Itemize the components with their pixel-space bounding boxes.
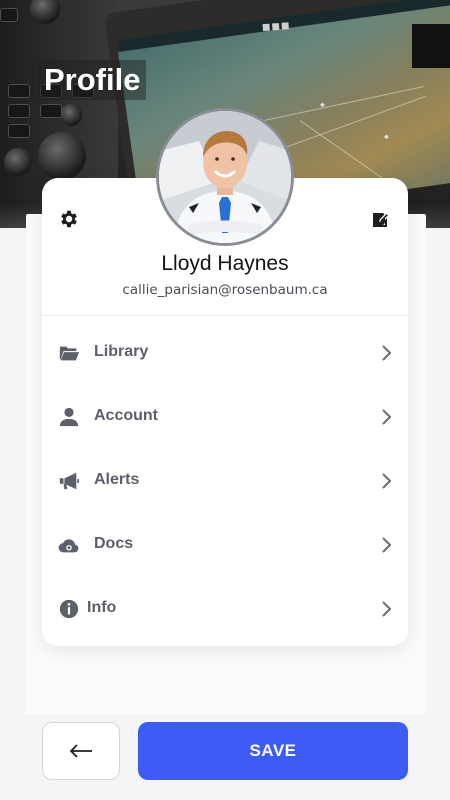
save-button[interactable]: SAVE	[138, 722, 408, 780]
user-email: callie_parisian@rosenbaum.ca	[122, 282, 328, 298]
cloud-icon	[58, 539, 79, 553]
menu-item-label: Account	[94, 407, 158, 424]
chevron-right-icon	[382, 473, 392, 489]
back-button[interactable]	[42, 722, 120, 780]
chevron-right-icon	[382, 601, 392, 617]
chevron-right-icon	[382, 345, 392, 361]
arrow-left-icon	[69, 744, 92, 758]
menu-item-account[interactable]: Account	[42, 386, 408, 450]
edit-profile-button[interactable]	[370, 210, 390, 230]
user-name: Lloyd Haynes	[161, 252, 289, 275]
chevron-right-icon	[382, 409, 392, 425]
megaphone-icon	[59, 472, 80, 490]
profile-card: Lloyd Haynes callie_parisian@rosenbaum.c…	[42, 178, 408, 646]
menu-item-alerts[interactable]: Alerts	[42, 450, 408, 514]
edit-icon	[373, 213, 388, 227]
settings-button[interactable]	[58, 208, 80, 230]
avatar[interactable]	[156, 108, 294, 246]
chevron-right-icon	[382, 537, 392, 553]
menu-item-info[interactable]: Info	[42, 578, 408, 642]
folder-icon	[59, 346, 80, 361]
menu-item-label: Alerts	[94, 471, 140, 488]
user-icon	[59, 407, 79, 427]
menu-list: Library Account Alerts Docs Info	[42, 322, 408, 642]
info-icon	[59, 599, 79, 619]
menu-item-label: Library	[94, 343, 149, 360]
avatar-photo	[159, 111, 291, 243]
menu-item-label: Docs	[94, 535, 134, 552]
menu-item-library[interactable]: Library	[42, 322, 408, 386]
gear-icon	[61, 210, 77, 228]
page-title: Profile	[38, 60, 147, 100]
menu-item-docs[interactable]: Docs	[42, 514, 408, 578]
menu-item-label: Info	[87, 599, 117, 616]
